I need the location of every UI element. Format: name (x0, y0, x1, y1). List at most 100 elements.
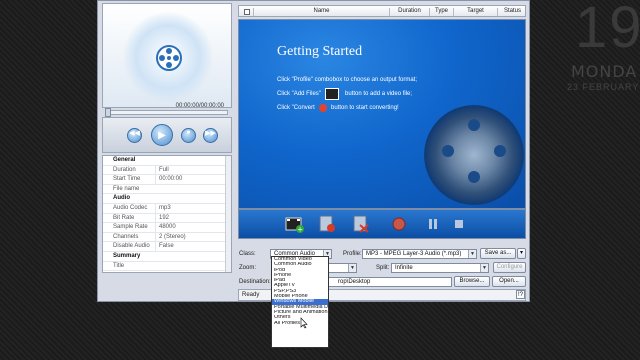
property-row[interactable]: Duration Full (103, 165, 231, 176)
property-key: Sample Rate (113, 224, 148, 231)
help-icon[interactable]: !? (516, 290, 525, 299)
file-list-area[interactable]: Getting Started Click "Profile" combobox… (238, 19, 526, 209)
class-label: Class: (239, 251, 256, 257)
column-duration[interactable]: Duration (389, 8, 429, 16)
property-row[interactable]: Disable Audio False (103, 242, 231, 252)
column-target[interactable]: Target (453, 8, 497, 16)
remove-file-icon[interactable] (317, 214, 337, 234)
stop-icon[interactable] (449, 214, 469, 234)
add-file-icon[interactable]: + (285, 214, 305, 234)
property-group[interactable]: Summary (103, 252, 231, 262)
split-combobox[interactable]: Infinite ▼ (391, 263, 489, 273)
reel-hole (442, 145, 454, 157)
status-text: Ready (242, 292, 260, 298)
forward-button[interactable]: ▶▶ (203, 128, 218, 143)
save-as-dropdown-button[interactable]: ▾ (517, 248, 526, 259)
snapshot-button[interactable]: ● (181, 128, 196, 143)
property-value: 48000 (155, 223, 176, 233)
select-all-checkbox[interactable] (244, 9, 250, 15)
property-row[interactable]: Bit Rate 192 (103, 213, 231, 224)
split-label: Split: (376, 265, 390, 271)
pause-icon[interactable] (423, 214, 443, 234)
property-key: File name (113, 185, 140, 192)
browse-button[interactable]: Browse... (454, 276, 490, 287)
destination-label: Destination: (239, 279, 271, 285)
profile-value: MP3 - MPEG Layer-3 Audio (*.mp3) (366, 251, 462, 257)
preview-time: 00:00:00/00:00:00 (175, 103, 224, 109)
property-row[interactable]: Start Time 00:00:00 (103, 175, 231, 185)
preview-seek-bar[interactable] (105, 108, 228, 117)
camera-icon: ● (186, 129, 191, 136)
property-key: Bit Rate (113, 214, 135, 221)
reel-hole (468, 171, 480, 183)
property-key: Summary (113, 252, 141, 259)
save-as-button[interactable]: Save as... (480, 248, 516, 259)
getting-started-title: Getting Started (277, 44, 363, 59)
property-key: General (113, 157, 136, 163)
svg-text:+: + (297, 226, 303, 234)
property-key: Start Time (113, 176, 141, 183)
chevron-down-icon[interactable]: ▼ (480, 264, 488, 272)
property-group[interactable]: Audio (103, 194, 231, 204)
split-value: Infinite (395, 265, 413, 271)
desktop-clock-hour: 19 (575, 0, 640, 60)
property-key: Duration (113, 166, 136, 173)
class-dropdown-list[interactable]: Common Video Common Audio iPod iPhone iPad Ap… (271, 256, 329, 348)
film-reel-logo-icon (156, 45, 182, 71)
instruction-line-1: Click "Profile" combobox to choose an ou… (277, 77, 417, 83)
property-key: Disable Audio (113, 243, 150, 250)
film-reel-decoration (424, 105, 524, 205)
zoom-label: Zoom: (239, 265, 257, 271)
video-preview (102, 3, 232, 108)
desktop-clock-date: 23 FEBRUARY (567, 82, 640, 92)
property-key: Audio (113, 195, 130, 202)
profile-label: Profile: (343, 251, 362, 257)
add-files-hint-icon (325, 88, 339, 100)
property-group[interactable]: General (103, 156, 231, 166)
instruction-line-3b: button to start converting! (331, 105, 399, 111)
column-status[interactable]: Status (497, 8, 527, 16)
seek-knob[interactable] (105, 108, 111, 117)
instruction-line-2b: button to add a video file; (345, 91, 413, 97)
property-row[interactable]: Channels 2 (Stereo) (103, 232, 231, 243)
profile-combobox[interactable]: MP3 - MPEG Layer-3 Audio (*.mp3) ▼ (362, 249, 477, 259)
destination-field[interactable]: rop\Desktop (325, 277, 452, 287)
property-row[interactable]: Title (103, 262, 231, 272)
property-key: Title (113, 262, 125, 269)
property-key: Channels (113, 233, 139, 240)
configure-button[interactable]: Configure (493, 262, 526, 273)
reel-hole (468, 119, 480, 131)
playback-controls: ◀◀ ▶ ● ▶▶ (102, 117, 232, 153)
instruction-line-3a: Click "Convert (277, 105, 315, 111)
property-value: Full (155, 165, 169, 176)
property-value: 192 (155, 213, 169, 224)
action-toolbar: + (238, 209, 526, 239)
reel-hole (494, 145, 506, 157)
properties-scrollbar[interactable] (225, 156, 231, 272)
property-row[interactable]: Audio Codec mp3 (103, 203, 231, 214)
property-key: Audio Codec (113, 204, 148, 211)
open-button[interactable]: Open... (492, 276, 526, 287)
zoom-combobox[interactable]: ▼ (325, 263, 357, 273)
mouse-cursor-icon (300, 317, 308, 329)
clear-list-icon[interactable] (351, 214, 371, 234)
column-type[interactable]: Type (429, 8, 453, 16)
play-icon: ▶ (158, 130, 166, 141)
play-button[interactable]: ▶ (151, 124, 173, 146)
property-row[interactable]: File name (103, 185, 231, 195)
chevron-down-icon[interactable]: ▼ (348, 264, 356, 272)
column-name[interactable]: Name (253, 8, 389, 16)
property-row[interactable]: Sample Rate 48000 (103, 223, 231, 233)
file-list-header: Name Duration Type Target Status (238, 5, 526, 17)
instruction-line-2a: Click "Add Files" (277, 91, 321, 97)
rewind-button[interactable]: ◀◀ (127, 128, 142, 143)
convert-icon[interactable] (389, 214, 409, 234)
property-value: mp3 (155, 203, 171, 214)
forward-icon: ▶▶ (205, 130, 216, 137)
property-value: 00:00:00 (155, 175, 182, 185)
chevron-down-icon[interactable]: ▼ (468, 250, 476, 258)
convert-hint-icon (319, 104, 327, 112)
properties-panel: General Duration Full Start Time 00:00:00 Fil… (102, 155, 232, 273)
desktop-clock-day: MONDA (571, 62, 638, 81)
rewind-icon: ◀◀ (129, 130, 140, 137)
